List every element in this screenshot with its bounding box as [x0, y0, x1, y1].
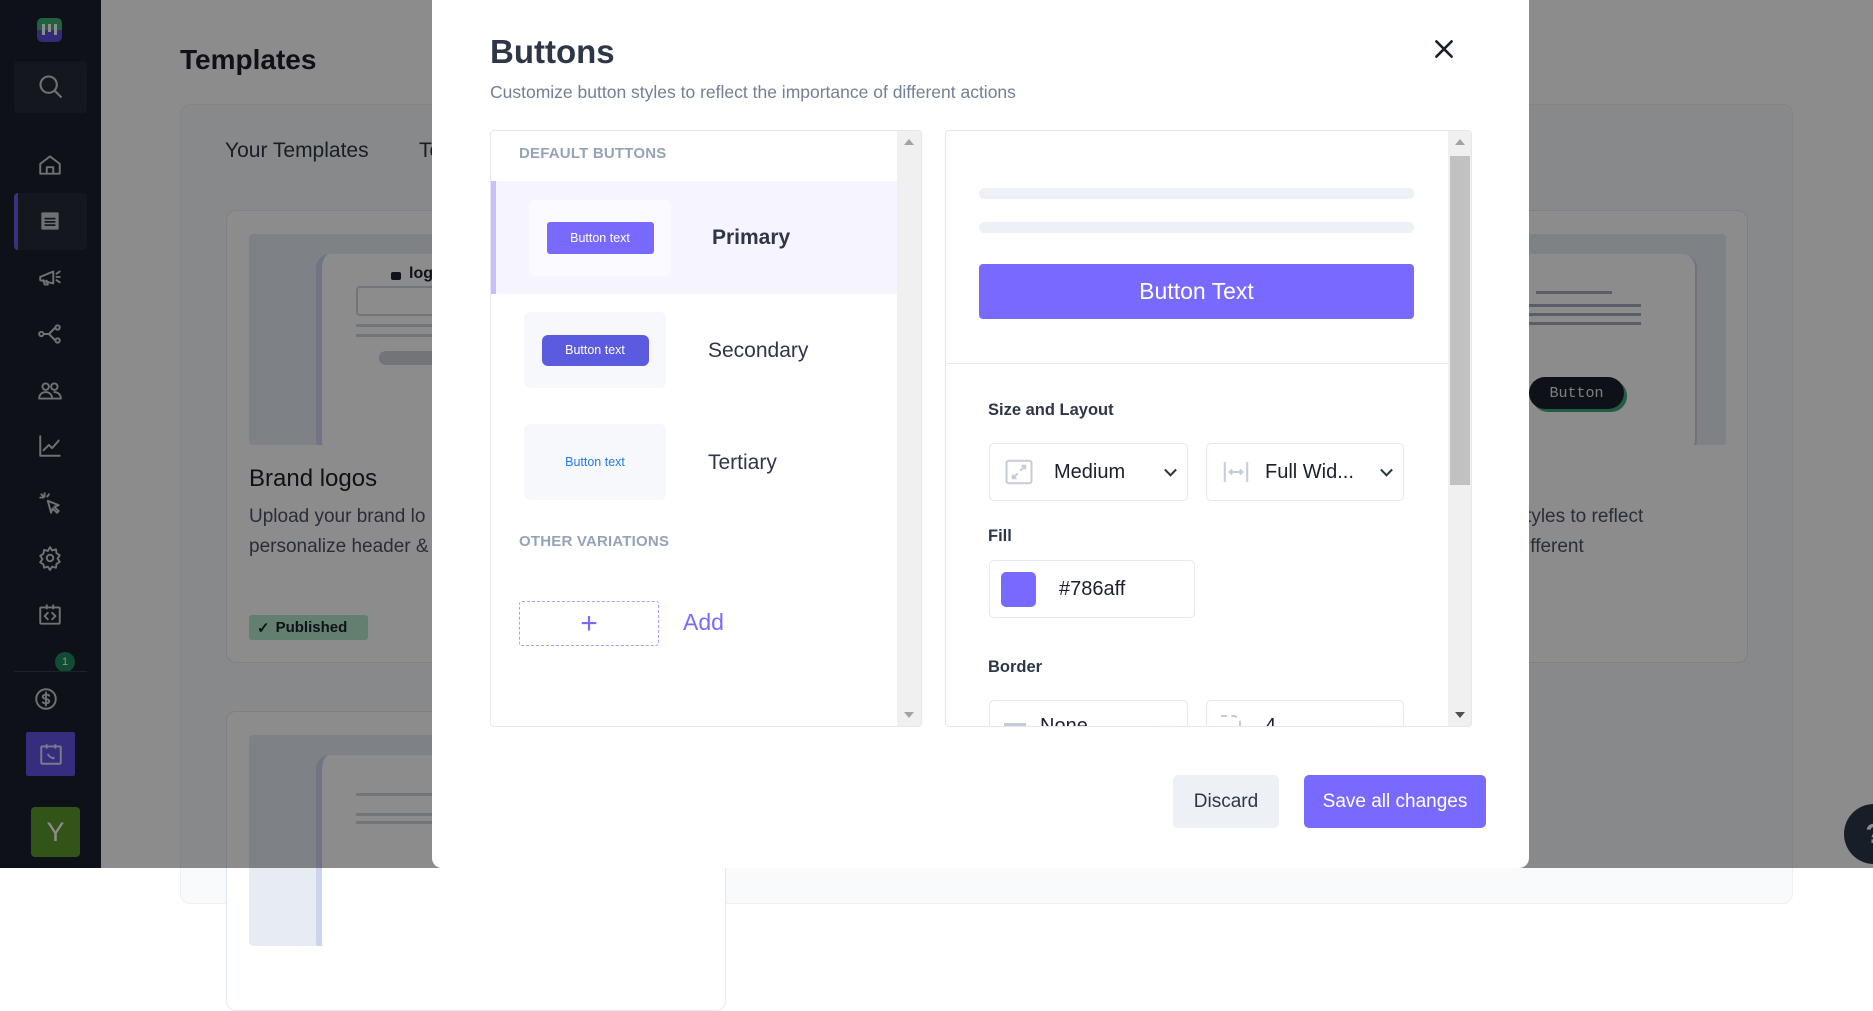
- fill-value: #786aff: [1059, 577, 1126, 600]
- chevron-down-icon: [1380, 463, 1393, 477]
- border-style-value: None: [1040, 715, 1088, 727]
- size-dropdown[interactable]: Medium: [989, 443, 1188, 501]
- preview-button: Button Text: [979, 264, 1414, 319]
- secondary-preview: Button text: [524, 312, 666, 388]
- width-dropdown[interactable]: Full Wid...: [1206, 443, 1404, 501]
- button-list-panel: DEFAULT BUTTONS Button text Primary Butt…: [490, 130, 922, 727]
- button-item-tertiary[interactable]: Button text Tertiary: [491, 407, 898, 520]
- scrollbar-thumb[interactable]: [1450, 156, 1470, 485]
- border-radius-value: 4: [1265, 715, 1277, 727]
- preview-line: [979, 222, 1414, 233]
- fill-color-input[interactable]: #786aff: [989, 560, 1195, 618]
- secondary-label: Secondary: [708, 339, 809, 362]
- border-label: Border: [988, 658, 1043, 676]
- modal-title: Buttons: [490, 33, 615, 70]
- add-variation-link[interactable]: Add: [683, 609, 724, 636]
- primary-preview: Button text: [529, 200, 671, 276]
- size-value: Medium: [1054, 460, 1126, 483]
- chevron-down-icon: [1380, 720, 1393, 726]
- discard-button[interactable]: Discard: [1173, 775, 1279, 828]
- preview-button-text: Button Text: [1139, 278, 1254, 304]
- tertiary-preview: Button text: [524, 424, 666, 500]
- border-style-dropdown[interactable]: None: [989, 700, 1188, 727]
- button-item-secondary[interactable]: Button text Secondary: [491, 294, 898, 407]
- border-radius-dropdown[interactable]: 4: [1206, 700, 1404, 727]
- preview-line: [979, 188, 1414, 199]
- preview-divider: [946, 363, 1449, 364]
- scroll-up-arrow[interactable]: [904, 139, 914, 145]
- modal-subtitle: Customize button styles to reflect the i…: [490, 82, 1016, 102]
- scroll-down-arrow[interactable]: [904, 712, 914, 718]
- chevron-down-icon: [1164, 720, 1177, 726]
- scroll-down-arrow[interactable]: [1455, 712, 1465, 718]
- add-variation-box[interactable]: +: [519, 601, 659, 646]
- corner-radius-icon: [1221, 715, 1241, 726]
- button-item-primary[interactable]: Button text Primary: [491, 181, 898, 294]
- plus-icon: +: [580, 606, 598, 640]
- border-style-icon: [1004, 723, 1026, 726]
- width-value: Full Wid...: [1265, 460, 1354, 483]
- chevron-down-icon: [1164, 463, 1177, 477]
- left-scrollbar[interactable]: [897, 131, 921, 726]
- fill-color-swatch[interactable]: [1001, 571, 1036, 607]
- close-button[interactable]: [1431, 36, 1457, 62]
- save-all-changes-button[interactable]: Save all changes: [1304, 775, 1486, 828]
- fill-label: Fill: [988, 527, 1012, 545]
- primary-label: Primary: [712, 226, 791, 249]
- scroll-up-arrow[interactable]: [1455, 139, 1465, 145]
- tertiary-label: Tertiary: [708, 451, 777, 474]
- resize-icon: [1005, 459, 1033, 485]
- other-variations-header: OTHER VARIATIONS: [519, 533, 670, 550]
- size-layout-label: Size and Layout: [988, 401, 1114, 419]
- secondary-preview-button: Button text: [541, 334, 649, 366]
- full-width-icon: [1223, 462, 1249, 482]
- button-settings-panel: Button Text Size and Layout Medium Full …: [945, 130, 1472, 727]
- right-scrollbar[interactable]: [1448, 131, 1471, 726]
- close-icon: [1435, 40, 1453, 58]
- primary-preview-button: Button text: [546, 222, 654, 254]
- default-buttons-header: DEFAULT BUTTONS: [519, 145, 667, 162]
- tertiary-preview-button: Button text: [565, 455, 625, 469]
- buttons-modal: Buttons Customize button styles to refle…: [432, 0, 1529, 868]
